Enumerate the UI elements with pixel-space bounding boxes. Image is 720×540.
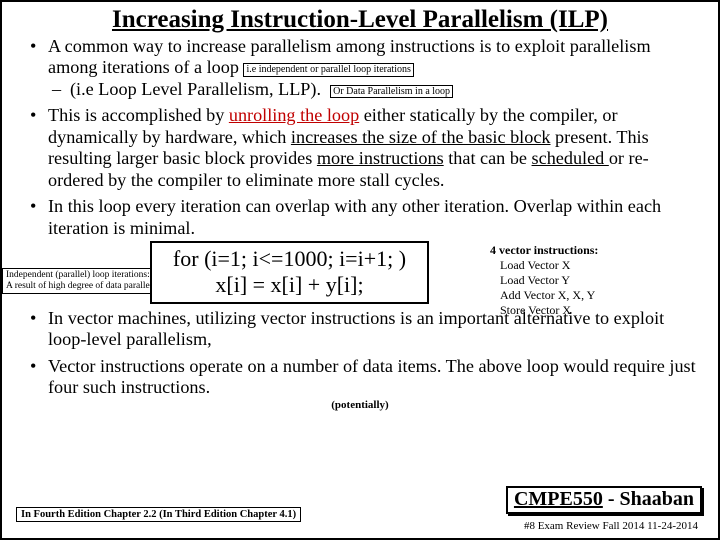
slide-footer: #8 Exam Review Fall 2014 11-24-2014: [524, 520, 698, 532]
text: that can be: [444, 148, 532, 168]
note-vector-instructions: 4 vector instructions: Load Vector X Loa…: [490, 243, 598, 318]
code-line: x[i] = x[i] + y[i];: [162, 272, 417, 297]
annotation-independent-iterations: i.e independent or parallel loop iterati…: [243, 63, 413, 77]
bullet-2: This is accomplished by unrolling the lo…: [20, 105, 700, 191]
slide: Increasing Instruction-Level Parallelism…: [0, 0, 720, 540]
bullet-5: Vector instructions operate on a number …: [20, 356, 700, 399]
bullet-list: A common way to increase parallelism amo…: [20, 36, 700, 239]
annotation-data-parallelism: Or Data Parallelism in a loop: [330, 85, 453, 99]
course-badge: CMPE550 - Shaaban: [506, 486, 702, 514]
text-underline: more instructions: [317, 148, 444, 168]
heading: 4 vector instructions:: [490, 243, 598, 258]
list-item: Load Vector Y: [500, 273, 598, 288]
text: (i.e Loop Level Parallelism, LLP).: [70, 79, 321, 99]
text-underline: scheduled: [532, 148, 609, 168]
text: -: [603, 488, 620, 510]
text: This is accomplished by: [48, 105, 229, 125]
chapter-reference: In Fourth Edition Chapter 2.2 (In Third …: [16, 507, 301, 522]
note-potentially: (potentially): [20, 399, 700, 411]
code-loop: for (i=1; i<=1000; i=i+1; ) x[i] = x[i] …: [150, 241, 429, 304]
bullet-1: A common way to increase parallelism amo…: [20, 36, 700, 100]
sub-bullet-llp: – (i.e Loop Level Parallelism, LLP). Or …: [48, 79, 700, 100]
code-line: for (i=1; i<=1000; i=i+1; ): [162, 246, 417, 271]
author-name: Shaaban: [620, 488, 695, 510]
bullet-4: In vector machines, utilizing vector ins…: [20, 308, 700, 351]
bullet-3: In this loop every iteration can overlap…: [20, 196, 700, 239]
dash-icon: –: [52, 79, 61, 100]
list-item: Add Vector X, X, Y: [500, 288, 598, 303]
link-unrolling: unrolling the loop: [229, 105, 359, 125]
list-item: Load Vector X: [500, 258, 598, 273]
course-code: CMPE550: [514, 488, 603, 510]
bullet-list-2: In vector machines, utilizing vector ins…: [20, 308, 700, 399]
slide-title: Increasing Instruction-Level Parallelism…: [20, 6, 700, 34]
text-underline: increases the size of the basic block: [291, 127, 551, 147]
